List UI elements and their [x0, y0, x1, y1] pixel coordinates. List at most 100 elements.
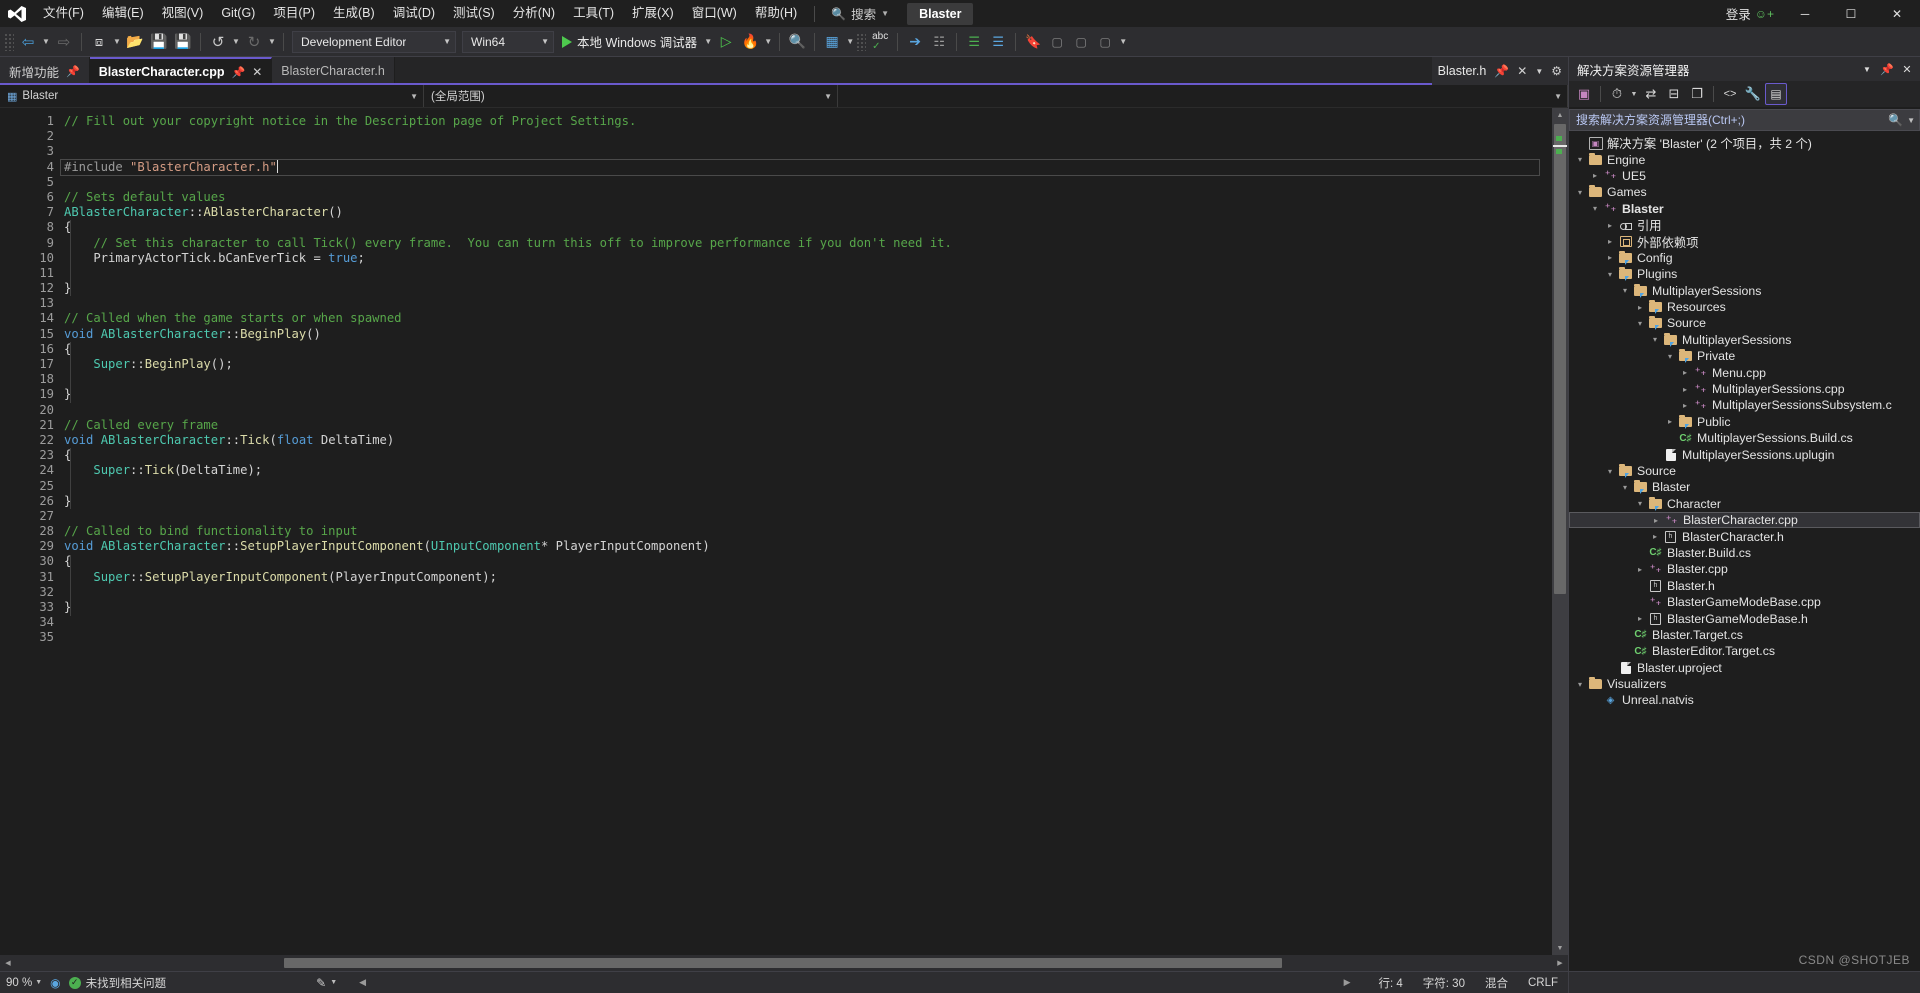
chevron-down-icon[interactable]: ▼: [1858, 59, 1876, 79]
chevron-right-icon[interactable]: ▸: [1633, 614, 1647, 623]
code-line[interactable]: −void ABlasterCharacter::Tick(float Delt…: [60, 433, 1552, 448]
menu-analyze[interactable]: 分析(N): [504, 0, 564, 27]
undo-button[interactable]: ↺: [206, 30, 230, 54]
chevron-down-icon[interactable]: ▼: [1907, 116, 1915, 125]
tab-blastercharacter-cpp[interactable]: BlasterCharacter.cpp 📌 ✕: [89, 57, 273, 85]
window-layout-dropdown[interactable]: ▼: [844, 30, 856, 54]
chevron-down-icon[interactable]: ▾: [1573, 155, 1587, 164]
chevron-down-icon[interactable]: ▾: [1573, 188, 1587, 197]
chevron-down-icon[interactable]: ▾: [1633, 499, 1647, 508]
solution-platform-combo[interactable]: Win64 ▼: [462, 30, 554, 53]
horizontal-scroll-thumb[interactable]: [284, 958, 1282, 968]
chevron-down-icon[interactable]: ▾: [1633, 319, 1647, 328]
tree-item[interactable]: ⁺₊ BlasterGameModeBase.cpp: [1569, 594, 1920, 610]
navigate-forward-button[interactable]: ⇨: [52, 30, 76, 54]
maximize-button[interactable]: ☐: [1828, 0, 1874, 27]
properties-wrench-button[interactable]: 🔧: [1742, 83, 1764, 105]
chevron-down-icon[interactable]: ▾: [1618, 286, 1632, 295]
new-item-dropdown[interactable]: ▼: [111, 30, 123, 54]
tree-item[interactable]: ▾ Private: [1569, 348, 1920, 364]
code-text[interactable]: // Fill out your copyright notice in the…: [60, 108, 1552, 955]
close-button[interactable]: ✕: [1874, 0, 1920, 27]
search-icon[interactable]: 🔍: [1888, 113, 1903, 127]
chevron-down-icon[interactable]: ▾: [1603, 270, 1617, 279]
tree-item[interactable]: C♯ BlasterEditor.Target.cs: [1569, 643, 1920, 659]
horizontal-scroll-track[interactable]: [16, 955, 1552, 971]
collapse-all-button[interactable]: ⊟: [1663, 83, 1685, 105]
code-line[interactable]: // Sets default values: [60, 190, 1552, 205]
sync-with-active-document-button[interactable]: ⇄: [1640, 83, 1662, 105]
code-line[interactable]: [60, 585, 1552, 600]
chevron-right-icon[interactable]: ▸: [1678, 401, 1692, 410]
menu-project[interactable]: 项目(P): [264, 0, 324, 27]
navigate-back-dropdown[interactable]: ▼: [40, 30, 52, 54]
bookmark-prev-button[interactable]: ▢: [1045, 30, 1069, 54]
hot-reload-button[interactable]: 🔥: [738, 30, 762, 54]
tree-item[interactable]: ▸ h BlasterGameModeBase.h: [1569, 610, 1920, 626]
pin-icon[interactable]: 📌: [66, 65, 80, 78]
code-line[interactable]: [60, 630, 1552, 645]
tree-item[interactable]: ▾ Source: [1569, 463, 1920, 479]
tree-item[interactable]: C♯ Blaster.Build.cs: [1569, 545, 1920, 561]
code-line[interactable]: // Called to bind functionality to input: [60, 524, 1552, 539]
code-line[interactable]: [60, 129, 1552, 144]
menu-build[interactable]: 生成(B): [324, 0, 384, 27]
chevron-down-icon[interactable]: ▾: [1618, 483, 1632, 492]
issue-status[interactable]: ✓ 未找到相关问题: [68, 975, 166, 991]
navbar-scope-combo[interactable]: (全局范围) ▼: [424, 85, 838, 107]
window-layout-button[interactable]: ▦: [820, 30, 844, 54]
chevron-down-icon[interactable]: ▾: [1573, 680, 1587, 689]
code-line[interactable]: {: [60, 554, 1552, 569]
tree-item[interactable]: ▸ ⁺₊ UE5: [1569, 168, 1920, 184]
chevron-right-icon[interactable]: ▸: [1633, 565, 1647, 574]
gear-icon[interactable]: ⚙: [1551, 64, 1562, 78]
bookmark-clear-button[interactable]: ▢: [1093, 30, 1117, 54]
solution-configuration-combo[interactable]: Development Editor ▼: [292, 30, 456, 53]
scroll-right-icon[interactable]: ▶: [1552, 955, 1568, 971]
tree-item[interactable]: h Blaster.h: [1569, 578, 1920, 594]
chevron-right-icon[interactable]: ▸: [1588, 171, 1602, 180]
redo-dropdown[interactable]: ▼: [266, 30, 278, 54]
tab-blastercharacter-h[interactable]: BlasterCharacter.h: [272, 57, 395, 85]
status-line-ending[interactable]: CRLF: [1518, 977, 1568, 989]
chevron-right-icon[interactable]: ▸: [1678, 368, 1692, 377]
chevron-right-icon[interactable]: ▸: [1633, 303, 1647, 312]
tree-item[interactable]: ▾ Blaster: [1569, 479, 1920, 495]
indent-lines-button[interactable]: ☰: [962, 30, 986, 54]
tree-item[interactable]: Blaster.uproject: [1569, 660, 1920, 676]
chevron-down-icon[interactable]: ▼: [1535, 67, 1543, 76]
chevron-right-icon[interactable]: ▸: [1648, 532, 1662, 541]
navbar-member-combo[interactable]: ▼: [838, 85, 1568, 107]
tree-item-selected[interactable]: ▸ ⁺₊ BlasterCharacter.cpp: [1569, 511, 1920, 529]
tree-item[interactable]: ▸ Public: [1569, 414, 1920, 430]
menu-edit[interactable]: 编辑(E): [93, 0, 153, 27]
code-line[interactable]: [60, 403, 1552, 418]
editor-vertical-scrollbar[interactable]: ▲ ▼: [1552, 108, 1568, 955]
menu-help[interactable]: 帮助(H): [746, 0, 806, 27]
scroll-up-icon[interactable]: ▲: [1552, 108, 1568, 122]
toolbar-overflow-button[interactable]: ▼: [1117, 30, 1129, 54]
status-insert-mode[interactable]: 混合: [1475, 975, 1518, 991]
chevron-right-icon[interactable]: ▸: [1603, 221, 1617, 230]
code-line[interactable]: // Called when the game starts or when s…: [60, 311, 1552, 326]
start-debugging-button[interactable]: 本地 Windows 调试器: [557, 30, 702, 54]
new-item-button[interactable]: ⧈: [87, 30, 111, 54]
tree-item[interactable]: ▾ ⁺₊ Blaster: [1569, 201, 1920, 217]
tree-item[interactable]: ▸ ⁺₊ MultiplayerSessions.cpp: [1569, 381, 1920, 397]
open-file-button[interactable]: 📂: [123, 30, 147, 54]
tree-item[interactable]: ▾ Games: [1569, 184, 1920, 200]
scroll-left-icon[interactable]: ◀: [359, 977, 366, 988]
code-line[interactable]: [60, 615, 1552, 630]
navbar-project-combo[interactable]: ▦ Blaster ▼: [0, 85, 424, 107]
tree-item[interactable]: ▾ MultiplayerSessions: [1569, 283, 1920, 299]
tree-item[interactable]: ▾ Plugins: [1569, 266, 1920, 282]
sign-in-button[interactable]: 登录 ☺+: [1718, 4, 1782, 23]
pending-changes-button[interactable]: ⏱: [1606, 83, 1628, 105]
menu-file[interactable]: 文件(F): [34, 0, 93, 27]
code-line[interactable]: }: [60, 494, 1552, 509]
solution-explorer-tree[interactable]: ▣ 解决方案 'Blaster' (2 个项目，共 2 个) ▾ Engine ▸ ⁺₊ U…: [1569, 133, 1920, 971]
minimize-button[interactable]: ─: [1782, 0, 1828, 27]
menu-window[interactable]: 窗口(W): [683, 0, 746, 27]
tree-item[interactable]: ▣ 解决方案 'Blaster' (2 个项目，共 2 个): [1569, 135, 1920, 151]
start-without-debugging-button[interactable]: ▷: [714, 30, 738, 54]
